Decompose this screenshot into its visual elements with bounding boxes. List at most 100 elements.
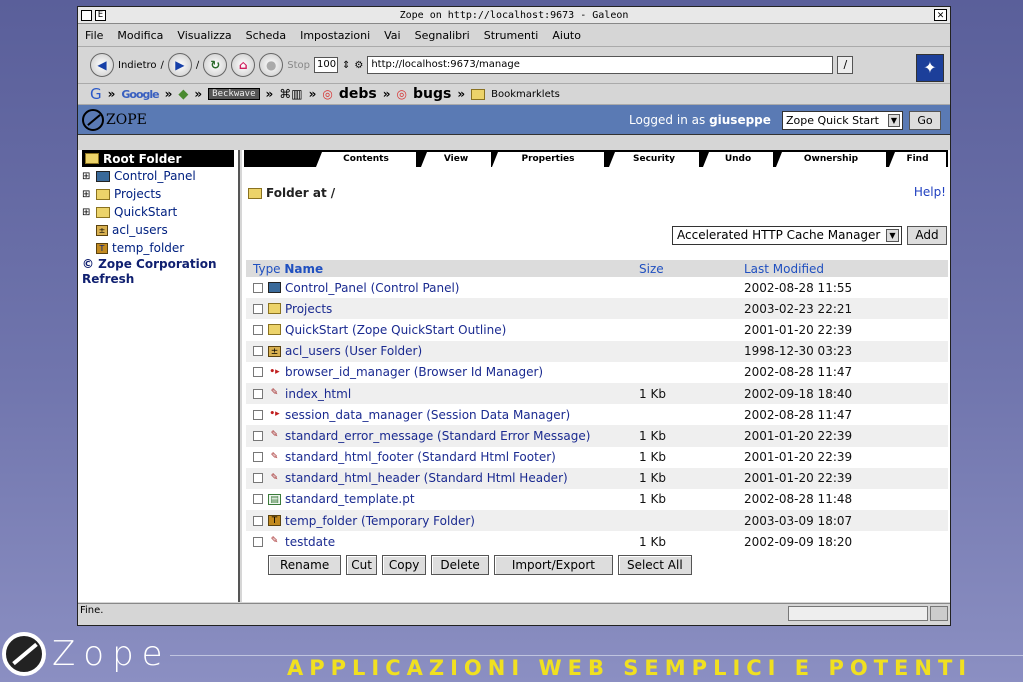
folder-icon[interactable] [268, 324, 281, 336]
row-checkbox[interactable] [253, 494, 263, 505]
reload-icon[interactable]: ↻ [203, 53, 228, 77]
menu-segnalibri[interactable]: Segnalibri [408, 29, 477, 42]
row-name-link[interactable]: Control_Panel (Control Panel) [285, 281, 460, 295]
go-url-icon[interactable]: ∕ [837, 56, 854, 74]
bookmark-diamond-icon[interactable]: ◆ [178, 87, 188, 102]
tpl-icon[interactable]: ▤ [268, 493, 281, 505]
tree-item-projects[interactable]: ⊞ Projects [78, 185, 238, 203]
home-icon[interactable]: ⌂ [231, 53, 256, 77]
row-checkbox[interactable] [253, 303, 263, 314]
expand-icon[interactable]: ⊞ [82, 189, 92, 200]
select-all-button[interactable]: Select All [617, 555, 692, 575]
zoom-input[interactable]: 100 [313, 57, 338, 73]
close-icon[interactable]: ✕ [934, 9, 947, 21]
refresh-link[interactable]: Refresh [78, 272, 238, 287]
tab-contents[interactable]: Contents [316, 152, 416, 167]
window-menu-button[interactable] [81, 9, 92, 21]
tab-properties[interactable]: Properties [492, 152, 604, 167]
row-checkbox[interactable] [253, 536, 263, 547]
stop-button-label[interactable]: Stop [287, 60, 310, 71]
menu-modifica[interactable]: Modifica [110, 29, 170, 42]
chevron-down-icon[interactable]: ▼ [888, 114, 900, 127]
root-folder[interactable]: Root Folder [82, 150, 234, 167]
row-checkbox[interactable] [253, 452, 263, 463]
header-size[interactable]: Size [639, 262, 664, 276]
row-checkbox[interactable] [253, 388, 263, 399]
header-name[interactable]: Name [284, 262, 323, 276]
url-field[interactable]: http://localhost:9673/manage [367, 56, 834, 74]
row-checkbox[interactable] [253, 324, 263, 335]
tree-item-acl-users[interactable]: ± acl_users [78, 221, 238, 239]
zope-logo[interactable]: ZOPE [82, 108, 147, 131]
quick-start-select[interactable]: Zope Quick Start ▼ [782, 111, 903, 130]
bookmark-bookmarklets[interactable]: Bookmarklets [491, 89, 560, 100]
bookmark-linux-icon[interactable]: ⌘▥ [279, 87, 302, 101]
window-e-button[interactable]: E [95, 9, 106, 21]
back-arrow-icon[interactable]: ◀ [90, 53, 114, 77]
add-button[interactable]: Add [907, 226, 947, 245]
tree-item-control-panel[interactable]: ⊞ Control_Panel [78, 167, 238, 185]
bookmark-bugs[interactable]: bugs [413, 86, 451, 102]
tab-security[interactable]: Security [609, 152, 699, 167]
row-name-link[interactable]: Projects [285, 302, 332, 316]
forward-history-icon[interactable]: ∕ [196, 60, 199, 71]
doc-icon[interactable]: ✎ [268, 452, 281, 463]
bookmark-debs[interactable]: debs [339, 86, 377, 102]
security-lock-icon[interactable] [930, 606, 948, 621]
forward-arrow-icon[interactable]: ▶ [167, 53, 192, 77]
row-name-link[interactable]: temp_folder (Temporary Folder) [285, 514, 475, 528]
menu-visualizza[interactable]: Visualizza [170, 29, 238, 42]
menu-file[interactable]: File [78, 29, 110, 42]
delete-button[interactable]: Delete [431, 555, 489, 575]
row-name-link[interactable]: standard_html_footer (Standard Html Foot… [285, 450, 556, 464]
tab-undo[interactable]: Undo [703, 152, 773, 167]
add-product-select[interactable]: Accelerated HTTP Cache Manager ▼ [672, 226, 902, 245]
folder-icon[interactable] [268, 303, 281, 315]
row-checkbox[interactable] [253, 346, 263, 357]
tree-item-label[interactable]: temp_folder [112, 241, 184, 255]
tab-ownership[interactable]: Ownership [776, 152, 886, 167]
menu-scheda[interactable]: Scheda [239, 29, 294, 42]
bookmark-beckwave[interactable]: Beckwave [208, 88, 260, 100]
tree-item-label[interactable]: QuickStart [114, 205, 177, 219]
row-checkbox[interactable] [253, 367, 263, 378]
zoom-stepper-icon[interactable]: ⇕ [342, 60, 350, 71]
tree-item-label[interactable]: Control_Panel [114, 169, 196, 183]
menu-vai[interactable]: Vai [377, 29, 407, 42]
cp-icon[interactable] [268, 282, 281, 294]
doc-icon[interactable]: ✎ [268, 536, 281, 547]
stop-icon[interactable]: ● [259, 53, 284, 77]
row-name-link[interactable]: standard_template.pt [285, 492, 415, 506]
chevron-down-icon[interactable]: ▼ [886, 229, 899, 242]
menu-strumenti[interactable]: Strumenti [477, 29, 546, 42]
cut-button[interactable]: Cut [346, 555, 377, 575]
row-name-link[interactable]: acl_users (User Folder) [285, 344, 422, 358]
arrows-icon[interactable]: •▸ [268, 367, 281, 378]
row-checkbox[interactable] [253, 515, 263, 526]
expand-icon[interactable]: ⊞ [82, 207, 92, 218]
menu-aiuto[interactable]: Aiuto [545, 29, 588, 42]
import-export-button[interactable]: Import/Export [493, 555, 613, 575]
bookmark-google[interactable]: Google [121, 88, 159, 101]
tree-item-temp-folder[interactable]: T temp_folder [78, 239, 238, 257]
doc-icon[interactable]: ✎ [268, 430, 281, 441]
usr-icon[interactable]: ± [268, 345, 281, 357]
help-link[interactable]: Help! [914, 185, 946, 199]
expand-icon[interactable]: ⊞ [82, 171, 92, 182]
row-checkbox[interactable] [253, 430, 263, 441]
row-checkbox[interactable] [253, 282, 263, 293]
row-name-link[interactable]: index_html [285, 387, 351, 401]
throbber-icon[interactable]: ✦ [916, 54, 944, 82]
tab-find[interactable]: Find [889, 152, 946, 167]
row-checkbox[interactable] [253, 473, 263, 484]
row-name-link[interactable]: session_data_manager (Session Data Manag… [285, 408, 570, 422]
row-name-link[interactable]: standard_error_message (Standard Error M… [285, 429, 590, 443]
tmp-icon[interactable]: T [268, 515, 281, 527]
folder-path-link[interactable]: / [331, 186, 335, 200]
tree-item-quickstart[interactable]: ⊞ QuickStart [78, 203, 238, 221]
row-name-link[interactable]: QuickStart (Zope QuickStart Outline) [285, 323, 506, 337]
menu-impostazioni[interactable]: Impostazioni [293, 29, 377, 42]
row-name-link[interactable]: browser_id_manager (Browser Id Manager) [285, 365, 543, 379]
google-g-icon[interactable]: G [90, 85, 102, 103]
doc-icon[interactable]: ✎ [268, 473, 281, 484]
